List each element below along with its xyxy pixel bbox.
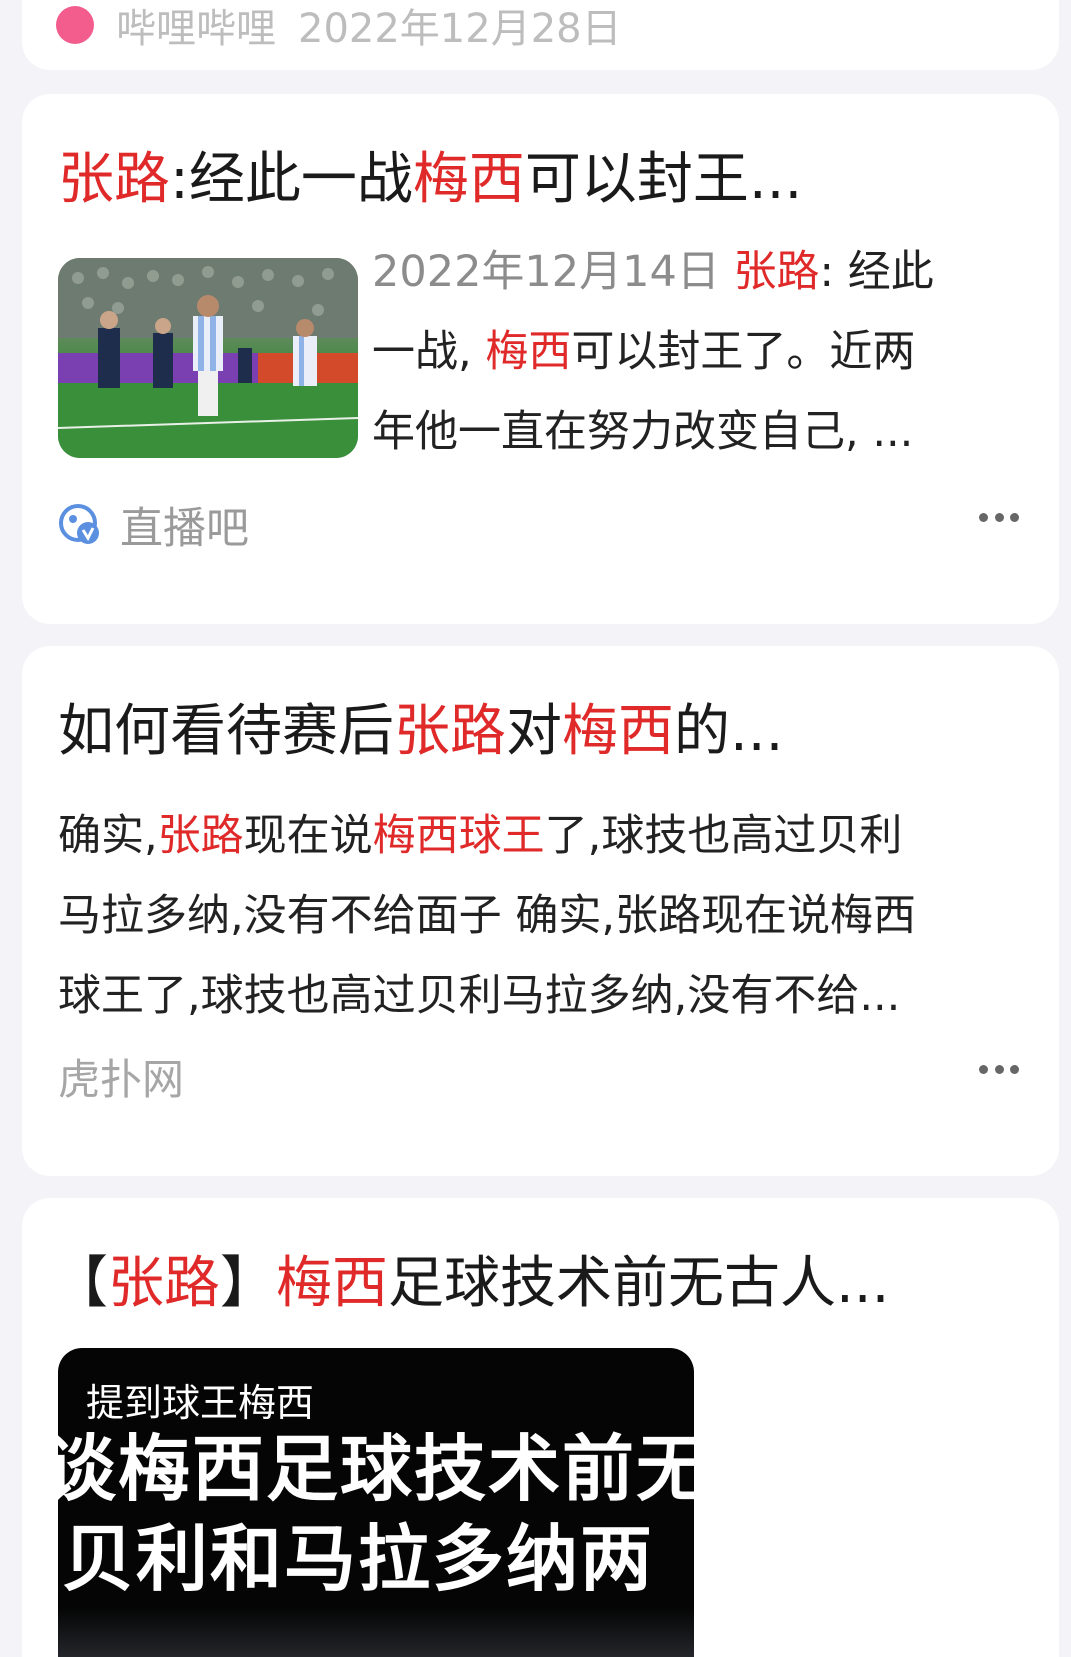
result-meta: 虎扑网 <box>58 1046 184 1107</box>
snippet-line: 年他一直在努力改变自己, ... <box>372 392 1022 472</box>
football-match-photo <box>58 258 358 458</box>
result-card-bilibili[interactable]: 哔哩哔哩 2022年12月28日 <box>22 0 1059 70</box>
title-highlight: 张路 <box>58 147 170 212</box>
title-highlight: 张路 <box>108 1251 220 1316</box>
snippet-date: 2022年12月14日 <box>372 247 734 297</box>
snippet-line: 一战, 梅西可以封王了。近两 <box>372 312 1022 392</box>
result-source[interactable]: 虎扑网 <box>58 1046 184 1107</box>
snippet-highlight: 张路 <box>733 247 820 297</box>
result-source: 哔哩哔哩 <box>116 6 276 52</box>
title-highlight: 梅西 <box>276 1251 388 1316</box>
result-meta: 直播吧 <box>58 494 249 556</box>
title-text: 如何看待赛后 <box>58 699 394 764</box>
result-card-zhibo8[interactable]: 张路:经此一战梅西可以封王... 2022年12月14日 张路: 经此 一战, … <box>22 94 1059 624</box>
zhibo8-logo-icon <box>58 503 102 547</box>
snippet-text: 年他一直在努力改变自己, ... <box>372 407 914 457</box>
snippet-line: 球王了,球技也高过贝利马拉多纳,没有不给... <box>58 971 901 1021</box>
snippet-highlight: 梅西 <box>485 327 572 377</box>
title-highlight: 梅西 <box>562 699 674 764</box>
snippet-text: 一战, <box>372 327 486 377</box>
result-thumbnail[interactable] <box>58 258 358 458</box>
video-frame-bottom <box>58 1608 694 1657</box>
snippet-line: 马拉多纳,没有不给面子 确实,张路现在说梅西 <box>58 891 917 941</box>
title-highlight: 张路 <box>394 699 506 764</box>
title-text: 可以封王... <box>524 147 803 212</box>
title-text: 足球技术前无古人... <box>388 1251 890 1316</box>
snippet-text: 确实, <box>58 811 158 861</box>
title-text: 】 <box>220 1251 276 1316</box>
result-snippet: 2022年12月14日 张路: 经此 一战, 梅西可以封王了。近两 年他一直在努… <box>372 232 1022 472</box>
snippet-text: : 经此 <box>819 247 934 297</box>
result-title[interactable]: 【张路】梅西足球技术前无古人... <box>52 1250 889 1317</box>
snippet-text: 了,球技也高过贝利 <box>544 811 903 861</box>
result-source[interactable]: 直播吧 <box>120 494 249 556</box>
snippet-line: 确实,张路现在说梅西球王了,球技也高过贝利 <box>58 796 1038 876</box>
snippet-highlight: 张路 <box>157 811 244 861</box>
title-highlight: 梅西 <box>412 147 525 212</box>
more-options-icon[interactable] <box>979 1064 1019 1074</box>
more-options-icon[interactable] <box>979 512 1019 522</box>
title-text: 对 <box>506 699 562 764</box>
title-text: :经此一战 <box>170 147 413 212</box>
snippet-text: 可以封王了。近两 <box>571 327 916 377</box>
bilibili-logo-icon <box>56 6 94 44</box>
video-thumbnail[interactable]: 提到球王梅西 谈梅西足球技术前无 贝利和马拉多纳两 <box>58 1348 694 1657</box>
snippet-highlight: 梅西球王 <box>372 811 545 861</box>
result-card-video[interactable]: 【张路】梅西足球技术前无古人... 提到球王梅西 谈梅西足球技术前无 贝利和马拉… <box>22 1198 1059 1657</box>
result-meta: 哔哩哔哩 2022年12月28日 <box>56 0 622 54</box>
title-text: 的... <box>674 699 784 764</box>
snippet-line: 2022年12月14日 张路: 经此 <box>372 232 1022 312</box>
snippet-text: 现在说 <box>243 811 373 861</box>
result-title[interactable]: 如何看待赛后张路对梅西的... <box>58 698 783 765</box>
result-card-hupu[interactable]: 如何看待赛后张路对梅西的... 确实,张路现在说梅西球王了,球技也高过贝利 马拉… <box>22 646 1059 1176</box>
title-text: 【 <box>52 1251 108 1316</box>
result-title[interactable]: 张路:经此一战梅西可以封王... <box>58 146 802 213</box>
result-snippet: 确实,张路现在说梅西球王了,球技也高过贝利 马拉多纳,没有不给面子 确实,张路现… <box>58 796 1038 1036</box>
video-subtitle: 贝利和马拉多纳两 <box>62 1517 655 1601</box>
result-date: 2022年12月28日 <box>298 6 622 52</box>
